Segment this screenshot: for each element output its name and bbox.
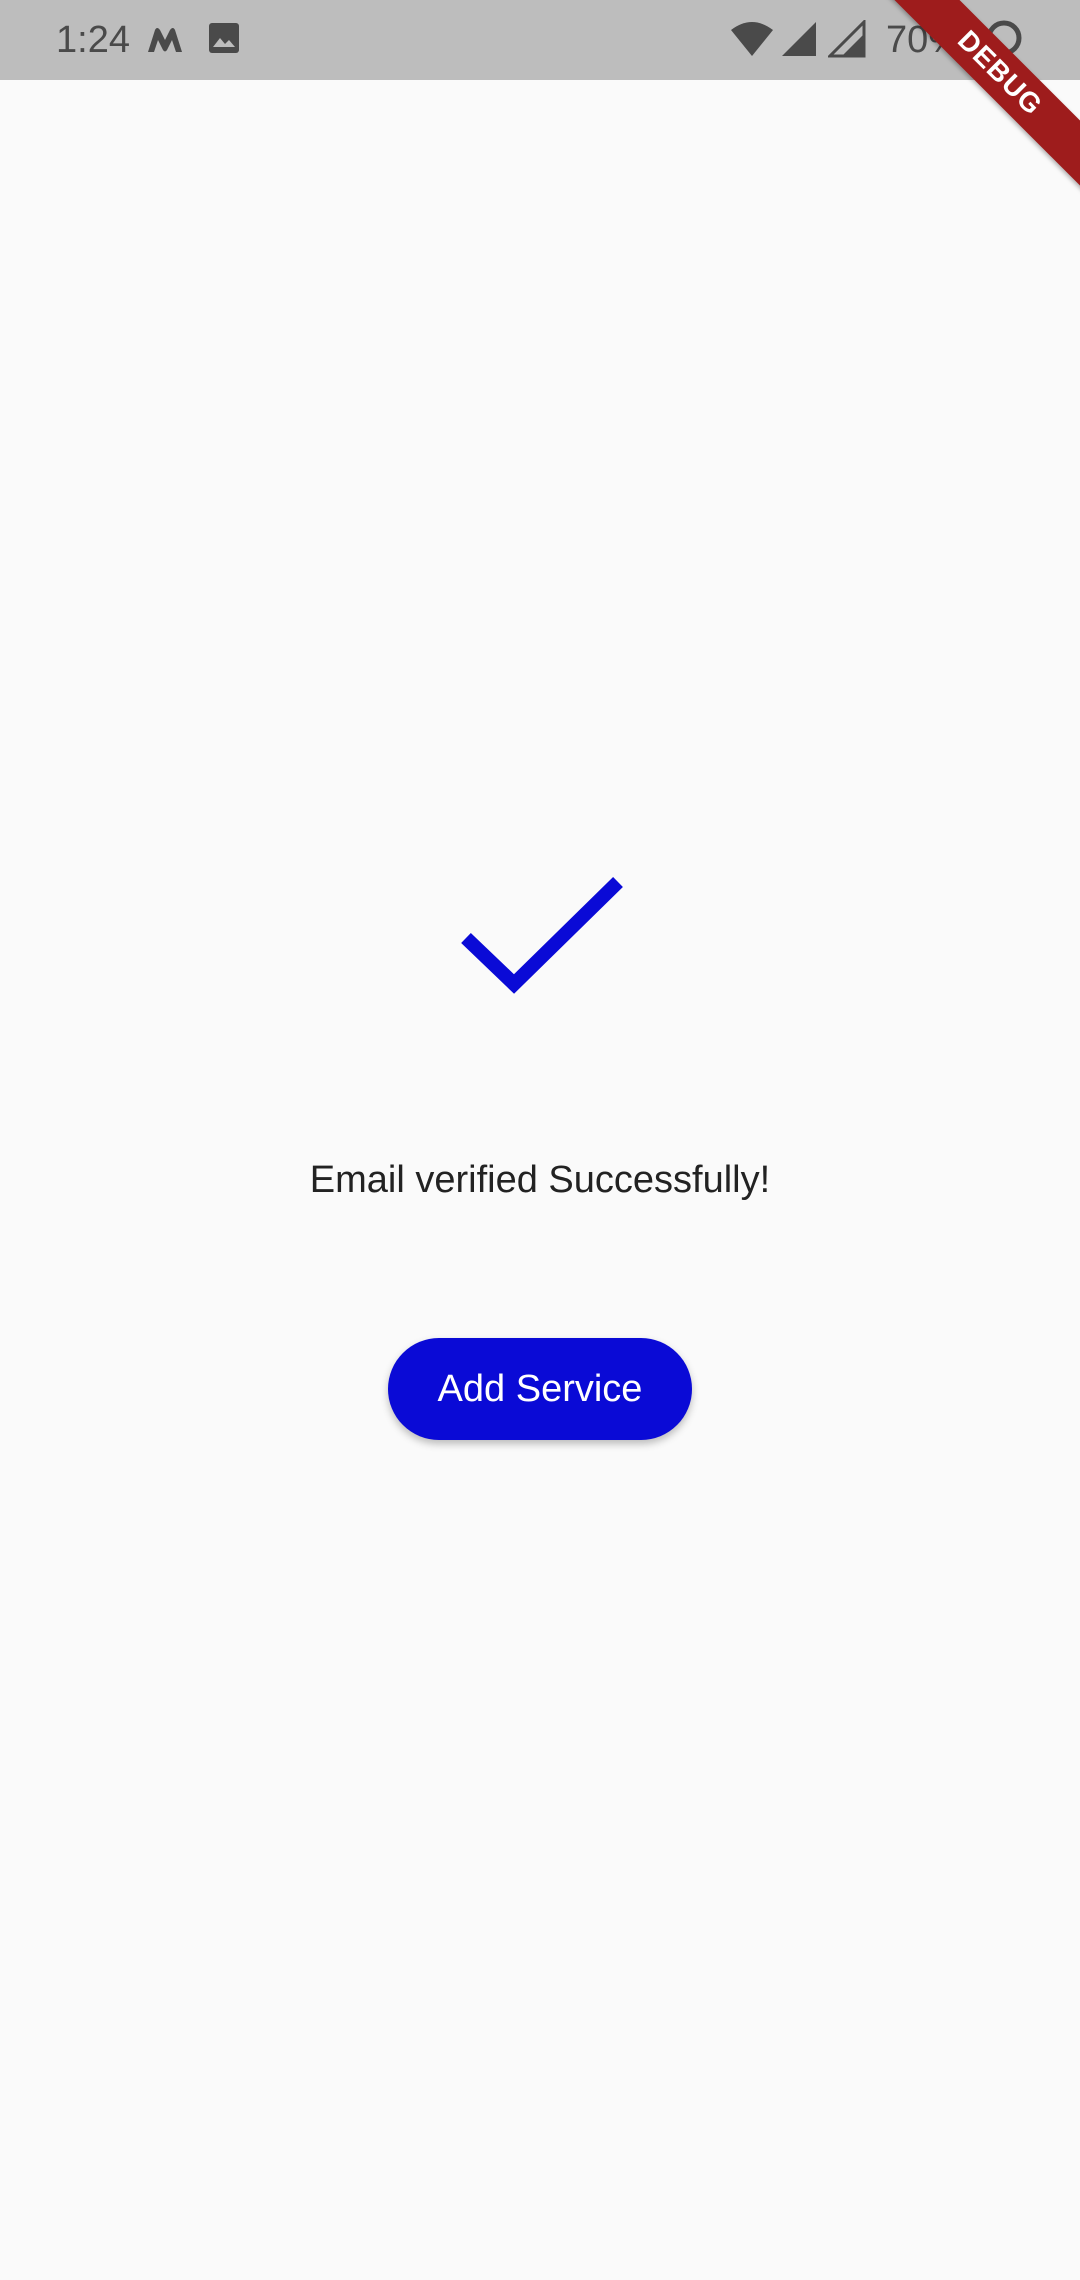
signal-icon (782, 22, 816, 56)
check-icon (461, 877, 623, 994)
m-app-icon (148, 28, 182, 52)
battery-icon (986, 20, 1022, 56)
signal-icon-2 (828, 20, 866, 58)
image-icon (209, 23, 239, 53)
battery-percentage: 70% (886, 19, 963, 61)
status-bar: 1:24 70% (0, 0, 1080, 80)
verification-message: Email verified Successfully! (309, 1159, 771, 1201)
wifi-icon (731, 22, 773, 56)
status-time: 1:24 (56, 19, 130, 61)
add-service-button[interactable]: Add Service (388, 1338, 692, 1440)
